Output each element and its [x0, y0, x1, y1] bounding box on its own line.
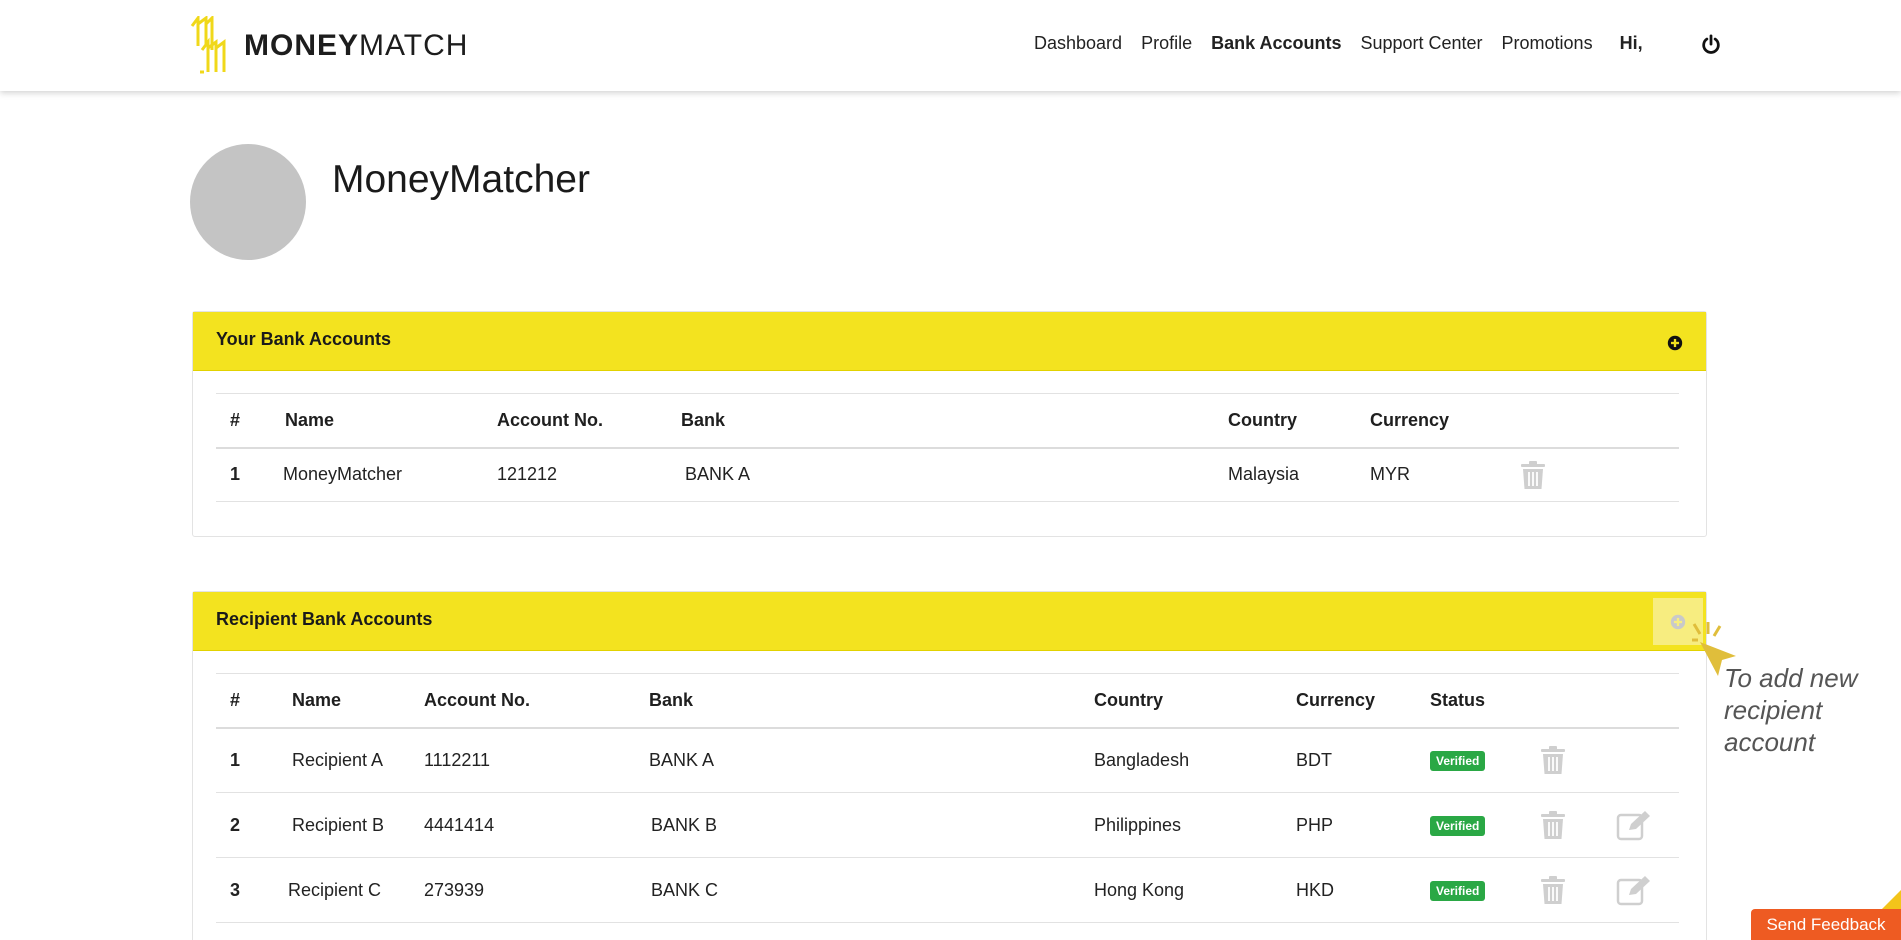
your-bank-accounts-title: Your Bank Accounts — [216, 329, 391, 350]
cell-currency: BDT — [1282, 728, 1416, 793]
trash-icon[interactable] — [1540, 745, 1566, 775]
hint-line-3: account — [1724, 726, 1857, 758]
table-row: 3 Recipient C 273939 BANK C Hong Kong HK… — [216, 858, 1679, 923]
col-num: # — [216, 674, 278, 728]
your-bank-accounts-table: # Name Account No. Bank Country Currency… — [216, 393, 1679, 502]
cell-country: Hong Kong — [1080, 858, 1282, 923]
cell-delete — [1526, 728, 1602, 793]
cell-bank: BANK A — [635, 728, 1080, 793]
avatar[interactable] — [190, 144, 306, 260]
cell-currency: HKD — [1282, 858, 1416, 923]
col-account: Account No. — [410, 674, 635, 728]
cell-delete — [1526, 858, 1602, 923]
nav-profile[interactable]: Profile — [1141, 33, 1192, 54]
table-header-row: # Name Account No. Bank Country Currency — [216, 394, 1679, 448]
nav-dashboard[interactable]: Dashboard — [1034, 33, 1122, 54]
cell-edit — [1602, 793, 1679, 858]
cell-country: Malaysia — [1214, 448, 1356, 502]
col-bank: Bank — [667, 394, 1214, 448]
col-currency: Currency — [1356, 394, 1506, 448]
recipient-bank-accounts-panel: Recipient Bank Accounts # Name Account N… — [192, 591, 1707, 940]
recipient-bank-accounts-table: # Name Account No. Bank Country Currency… — [216, 673, 1679, 923]
recipient-bank-accounts-header: Recipient Bank Accounts — [193, 592, 1706, 651]
cell-bank: BANK C — [635, 858, 1080, 923]
nav-promotions[interactable]: Promotions — [1502, 33, 1593, 54]
profile-name: MoneyMatcher — [332, 158, 590, 202]
cell-bank: BANK A — [667, 448, 1214, 502]
table-row: 1 Recipient A 1112211 BANK A Bangladesh … — [216, 728, 1679, 793]
col-account: Account No. — [483, 394, 667, 448]
cell-actions — [1506, 448, 1679, 502]
brand-logo[interactable]: MONEYMATCH — [188, 16, 468, 76]
cell-num: 3 — [216, 858, 278, 923]
col-name: Name — [278, 674, 410, 728]
col-country: Country — [1080, 674, 1282, 728]
cell-num: 1 — [216, 728, 278, 793]
add-bank-account-icon[interactable] — [1666, 334, 1684, 352]
cell-country: Bangladesh — [1080, 728, 1282, 793]
your-bank-accounts-panel: Your Bank Accounts # Name Account No. Ba… — [192, 311, 1707, 537]
add-recipient-hint: To add new recipient account — [1724, 662, 1857, 758]
send-feedback-button[interactable]: Send Feedback — [1751, 909, 1901, 940]
col-edit — [1602, 674, 1679, 728]
cell-account: 273939 — [410, 858, 635, 923]
user-greeting: Hi, — [1620, 33, 1643, 54]
table-row: 2 Recipient B 4441414 BANK B Philippines… — [216, 793, 1679, 858]
logo-text: MONEYMATCH — [244, 29, 468, 63]
edit-icon[interactable] — [1616, 874, 1652, 906]
trash-icon[interactable] — [1540, 875, 1566, 905]
cell-currency: PHP — [1282, 793, 1416, 858]
cell-num: 1 — [216, 448, 271, 502]
trash-icon[interactable] — [1520, 460, 1546, 490]
power-icon[interactable] — [1700, 34, 1722, 56]
cell-bank: BANK B — [635, 793, 1080, 858]
nav-support-center[interactable]: Support Center — [1360, 33, 1482, 54]
col-country: Country — [1214, 394, 1356, 448]
status-badge: Verified — [1430, 881, 1485, 901]
feedback-corner-icon — [1880, 890, 1901, 911]
trash-icon[interactable] — [1540, 810, 1566, 840]
col-delete — [1526, 674, 1602, 728]
col-bank: Bank — [635, 674, 1080, 728]
cell-status: Verified — [1416, 728, 1526, 793]
your-bank-accounts-header: Your Bank Accounts — [193, 312, 1706, 371]
cell-account: 4441414 — [410, 793, 635, 858]
cell-status: Verified — [1416, 793, 1526, 858]
logo-text-bold: MONEY — [244, 29, 359, 62]
cell-status: Verified — [1416, 858, 1526, 923]
edit-icon[interactable] — [1616, 809, 1652, 841]
col-name: Name — [271, 394, 483, 448]
status-badge: Verified — [1430, 751, 1485, 771]
col-currency: Currency — [1282, 674, 1416, 728]
cell-account: 121212 — [483, 448, 667, 502]
cell-account: 1112211 — [410, 728, 635, 793]
status-badge: Verified — [1430, 816, 1485, 836]
logo-mark-icon — [188, 16, 236, 76]
hint-line-1: To add new — [1724, 662, 1857, 694]
col-actions — [1506, 394, 1679, 448]
cell-name: Recipient C — [278, 858, 410, 923]
cell-name: Recipient B — [278, 793, 410, 858]
hint-line-2: recipient — [1724, 694, 1857, 726]
cell-name: MoneyMatcher — [271, 448, 483, 502]
cell-currency: MYR — [1356, 448, 1506, 502]
table-header-row: # Name Account No. Bank Country Currency… — [216, 674, 1679, 728]
cell-num: 2 — [216, 793, 278, 858]
recipient-bank-accounts-title: Recipient Bank Accounts — [216, 609, 432, 630]
cell-country: Philippines — [1080, 793, 1282, 858]
cell-delete — [1526, 793, 1602, 858]
cell-name: Recipient A — [278, 728, 410, 793]
table-row: 1 MoneyMatcher 121212 BANK A Malaysia MY… — [216, 448, 1679, 502]
logo-text-light: MATCH — [359, 29, 468, 62]
top-navbar: MONEYMATCH Dashboard Profile Bank Accoun… — [0, 0, 1901, 91]
cell-edit — [1602, 728, 1679, 793]
col-status: Status — [1416, 674, 1526, 728]
plus-circle-icon — [1669, 613, 1687, 631]
cell-edit — [1602, 858, 1679, 923]
col-num: # — [216, 394, 271, 448]
nav-bank-accounts[interactable]: Bank Accounts — [1211, 33, 1341, 54]
main-nav: Dashboard Profile Bank Accounts Support … — [1034, 33, 1643, 54]
